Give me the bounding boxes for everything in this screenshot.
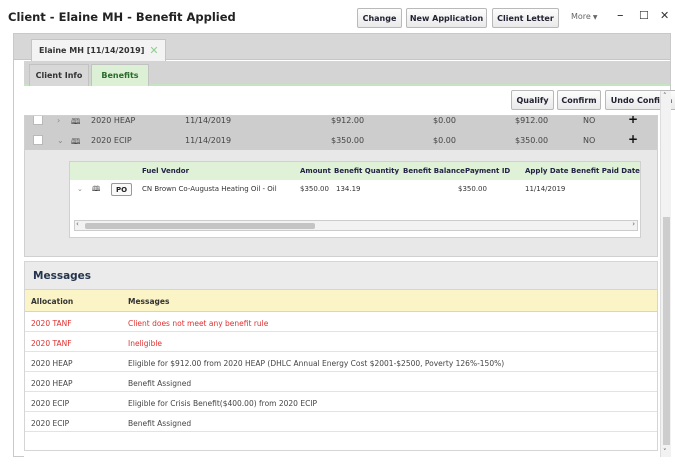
maximize-icon[interactable]: ☐ [639, 9, 649, 23]
change-button[interactable]: Change [357, 8, 402, 28]
vertical-scrollbar[interactable]: ˄ ˅ [660, 91, 671, 457]
message-row: 2020 ECIP Eligible for Crisis Benefit($4… [25, 392, 657, 412]
messages-title: Messages [25, 262, 657, 290]
client-letter-button[interactable]: Client Letter [492, 8, 559, 28]
vendor-table: Fuel Vendor Amount Benefit Quantity Bene… [69, 161, 641, 238]
message-text: Benefit Assigned [128, 379, 192, 388]
benefit-amount-applied: $350.00 [515, 136, 549, 145]
confirm-button[interactable]: Confirm [557, 90, 601, 110]
message-text: Client does not meet any benefit rule [128, 319, 269, 328]
message-row: 2020 TANF Ineligible [25, 332, 657, 352]
minimize-icon[interactable]: – [617, 9, 624, 23]
col-amount[interactable]: Amount [300, 167, 331, 175]
benefit-amount-applied: $912.00 [515, 116, 549, 125]
scroll-left-icon[interactable]: ‹ [76, 220, 79, 228]
window-title: Client - Elaine MH - Benefit Applied [8, 10, 236, 24]
col-benefit-paid-date[interactable]: Benefit Paid Date [571, 167, 640, 175]
vendor-name: CN Brown Co-Augusta Heating Oil - Oil [142, 185, 277, 193]
scrollbar-thumb[interactable] [85, 223, 315, 229]
tab-client-info[interactable]: Client Info [29, 64, 89, 86]
message-allocation: 2020 ECIP [31, 419, 70, 428]
message-allocation: 2020 ECIP [31, 399, 70, 408]
chevron-down-icon: ▼ [592, 14, 598, 21]
horizontal-scrollbar[interactable]: ‹ › [74, 220, 638, 231]
message-allocation: 2020 TANF [31, 319, 72, 328]
client-frame: Elaine MH [11/14/2019] ✕ Client Info Ben… [13, 33, 675, 458]
benefit-balance: $0.00 [433, 116, 456, 125]
benefit-flag: NO [583, 136, 596, 145]
benefit-program: 2020 HEAP [91, 116, 136, 125]
benefit-row[interactable]: ⌄ 🕮 2020 ECIP 11/14/2019 $350.00 $0.00 $… [25, 130, 657, 150]
message-text: Eligible for $912.00 from 2020 HEAP (DHL… [128, 359, 505, 368]
benefit-row[interactable]: › 🕮 2020 HEAP 11/14/2019 $912.00 $0.00 $… [25, 116, 657, 130]
message-text: Benefit Assigned [128, 419, 192, 428]
sub-tab-strip: Client Info Benefits [24, 61, 670, 86]
tab-close-icon[interactable]: ✕ [149, 44, 158, 57]
benefit-date: 11/14/2019 [185, 116, 232, 125]
close-icon[interactable]: ✕ [660, 9, 669, 23]
add-icon[interactable]: + [628, 132, 638, 146]
benefit-flag: NO [583, 116, 596, 125]
scroll-right-icon[interactable]: › [632, 220, 635, 228]
message-allocation: 2020 TANF [31, 339, 72, 348]
new-application-button[interactable]: New Application [406, 8, 487, 28]
scrollbar-thumb[interactable] [663, 217, 670, 445]
col-allocation: Allocation [31, 297, 74, 306]
vendor-row[interactable]: ⌄ 🕮 PO CN Brown Co-Augusta Heating Oil -… [70, 180, 640, 198]
vendor-quantity: 134.19 [336, 185, 361, 193]
message-row: 2020 ECIP Benefit Assigned [25, 412, 657, 432]
qualify-button[interactable]: Qualify [511, 90, 554, 110]
message-allocation: 2020 HEAP [31, 379, 73, 388]
chevron-down-icon[interactable]: ⌄ [77, 185, 83, 193]
col-apply-date[interactable]: Apply Date [525, 167, 568, 175]
message-text: Eligible for Crisis Benefit($400.00) fro… [128, 399, 318, 408]
scroll-up-icon[interactable]: ˄ [663, 92, 667, 100]
tab-benefits[interactable]: Benefits [91, 64, 149, 86]
po-button[interactable]: PO [111, 183, 132, 196]
book-icon: 🕮 [71, 137, 81, 146]
document-tab-strip: Elaine MH [11/14/2019] ✕ [14, 34, 670, 61]
messages-header: Allocation Messages [25, 290, 657, 312]
document-tab[interactable]: Elaine MH [11/14/2019] ✕ [31, 39, 166, 61]
book-icon: 🕮 [71, 117, 81, 126]
benefits-content: Qualify Confirm Undo Confirm › 🕮 2020 HE… [24, 86, 675, 458]
vendor-apply-date: 11/14/2019 [525, 185, 566, 193]
benefit-balance: $0.00 [433, 136, 456, 145]
message-text: Ineligible [128, 339, 163, 348]
message-row: 2020 HEAP Eligible for $912.00 from 2020… [25, 352, 657, 372]
col-benefit-quantity[interactable]: Benefit Quantity [334, 167, 399, 175]
message-row: 2020 TANF Client does not meet any benef… [25, 312, 657, 332]
col-messages: Messages [128, 297, 170, 306]
benefit-program: 2020 ECIP [91, 136, 132, 145]
vendor-amount: $350.00 [300, 185, 329, 193]
vendor-table-header: Fuel Vendor Amount Benefit Quantity Bene… [70, 162, 640, 180]
col-benefit-balance[interactable]: Benefit Balance [403, 167, 465, 175]
message-allocation: 2020 HEAP [31, 359, 73, 368]
document-tab-label: Elaine MH [11/14/2019] [39, 46, 145, 55]
benefit-amount: $912.00 [331, 116, 365, 125]
chevron-down-icon[interactable]: ⌄ [57, 136, 64, 145]
more-label: More [571, 12, 591, 21]
benefit-date: 11/14/2019 [185, 136, 232, 145]
benefit-amount: $350.00 [331, 136, 365, 145]
add-icon[interactable]: + [628, 116, 638, 126]
chevron-right-icon[interactable]: › [57, 116, 60, 125]
message-row: 2020 HEAP Benefit Assigned [25, 372, 657, 392]
scroll-down-icon[interactable]: ˅ [663, 448, 667, 456]
row-checkbox[interactable] [33, 116, 43, 125]
vendor-balance: $350.00 [458, 185, 487, 193]
row-checkbox[interactable] [33, 135, 43, 145]
book-icon: 🕮 [92, 185, 101, 193]
more-menu[interactable]: More ▼ [571, 12, 597, 21]
messages-panel: Messages Allocation Messages 2020 TANF C… [24, 261, 658, 451]
benefit-grid: › 🕮 2020 HEAP 11/14/2019 $912.00 $0.00 $… [24, 115, 658, 257]
col-fuel-vendor[interactable]: Fuel Vendor [142, 167, 189, 175]
col-payment-id[interactable]: Payment ID [465, 167, 510, 175]
